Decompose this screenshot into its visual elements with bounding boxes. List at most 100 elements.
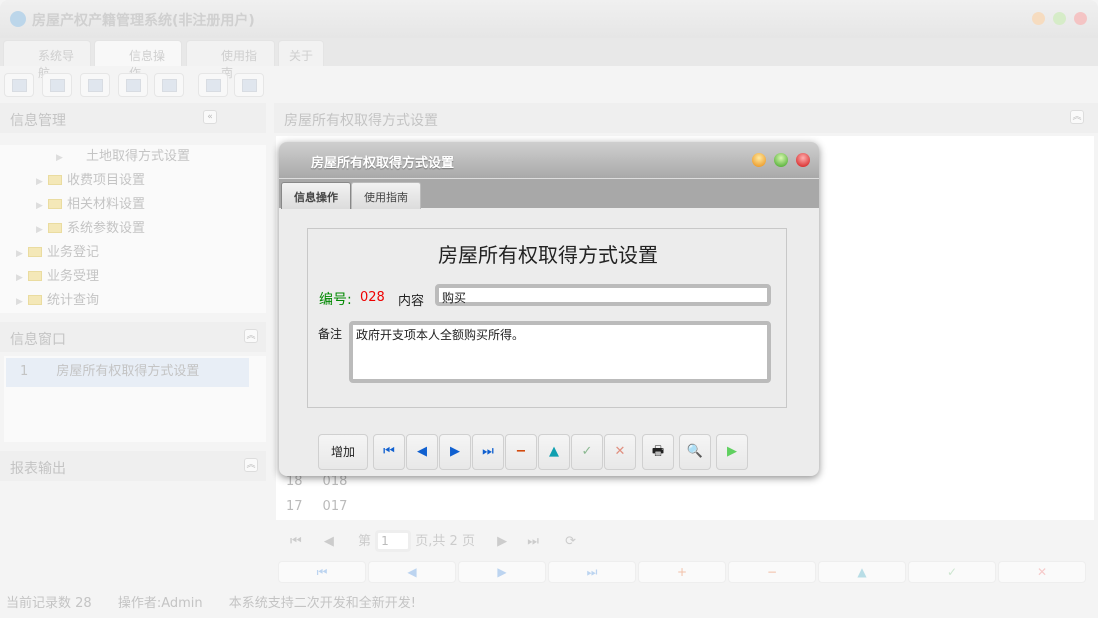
tree-item[interactable]: ▶ 土地取得方式设置 <box>0 145 266 169</box>
dialog-title-bar[interactable]: 房屋所有权取得方式设置 <box>279 142 819 178</box>
dialog-tab-guide[interactable]: 使用指南 <box>351 182 421 209</box>
edit-dialog: 房屋所有权取得方式设置 信息操作 使用指南 房屋所有权取得方式设置 编号: 02… <box>279 142 819 476</box>
up-button[interactable]: ▲ <box>538 434 570 470</box>
tab-guide[interactable]: 使用指南 <box>186 40 275 80</box>
run-icon[interactable]: ▶ <box>716 434 748 470</box>
window-list: 1 房屋所有权取得方式设置 <box>4 356 266 442</box>
folder-icon <box>28 295 42 305</box>
confirm-button[interactable]: ✓ <box>908 561 996 583</box>
app-title: 房屋产权产籍管理系统(非注册用户) <box>32 13 255 29</box>
user-tool-button[interactable] <box>118 73 148 97</box>
window-list-item[interactable]: 1 房屋所有权取得方式设置 <box>6 358 249 387</box>
table-row[interactable]: 17 017 <box>286 499 347 514</box>
prev-button[interactable]: ◀ <box>368 561 456 583</box>
dialog-tab-info[interactable]: 信息操作 <box>281 182 351 209</box>
collapse-icon[interactable]: ︽ <box>1070 110 1084 124</box>
tab-about[interactable]: 关于 <box>278 40 324 66</box>
cancel-button[interactable]: ✕ <box>998 561 1086 583</box>
cancel-button[interactable]: ✕ <box>604 434 636 470</box>
first-page-icon[interactable]: ⏮ <box>290 534 302 549</box>
folder-icon <box>28 247 42 257</box>
folder-icon <box>28 271 42 281</box>
status-bar: 当前记录数 28 操作者:Admin 本系统支持二次开发和全新开发! <box>6 592 416 611</box>
tree-item[interactable]: ▶ 收费项目设置 <box>0 169 266 193</box>
first-button[interactable]: ⏮ <box>278 561 366 583</box>
info-mgmt-header: 信息管理 « <box>0 103 266 133</box>
maximize-icon[interactable] <box>774 153 788 167</box>
add-button[interactable]: 增加 <box>318 434 368 470</box>
tab-label: 关于 <box>289 49 314 63</box>
add-label: 增加 <box>330 445 355 459</box>
tree-item[interactable]: ▶ 相关材料设置 <box>0 193 266 217</box>
minimize-icon[interactable] <box>1032 12 1045 25</box>
add-button[interactable]: + <box>638 561 726 583</box>
tab-label: 使用指南 <box>364 191 408 204</box>
window-tool-button[interactable] <box>234 73 264 97</box>
form-heading: 房屋所有权取得方式设置 <box>438 243 658 267</box>
tree-label: 业务受理 <box>47 269 100 284</box>
page-input[interactable]: 1 <box>375 530 412 552</box>
export-tool-button[interactable] <box>198 73 228 97</box>
collapse-icon[interactable]: ︽ <box>244 458 258 472</box>
close-icon[interactable] <box>796 153 810 167</box>
item-label: 房屋所有权取得方式设置 <box>56 364 200 379</box>
tree-item[interactable]: ▶ 业务受理 <box>0 265 266 289</box>
refresh-icon[interactable]: ⟳ <box>565 534 576 549</box>
tree-item[interactable]: ▶ 业务登记 <box>0 241 266 265</box>
remark-textarea[interactable]: 政府开支项本人全额购买所得。 <box>349 321 771 383</box>
tree-label: 统计查询 <box>47 293 100 308</box>
tab-label: 信息操作 <box>294 191 338 204</box>
delete-record-button[interactable]: − <box>505 434 537 470</box>
pager: ⏮ ◀ 第 1 页,共 2 页 ▶ ⏭ ⟳ <box>290 530 576 552</box>
tree-label: 系统参数设置 <box>67 221 146 236</box>
record-count: 当前记录数 28 <box>6 596 92 611</box>
next-record-button[interactable]: ▶ <box>439 434 471 470</box>
item-index: 1 <box>20 364 29 379</box>
folder-icon <box>48 223 62 233</box>
tree-item[interactable]: ▶ 统计查询 <box>0 289 266 313</box>
last-button[interactable]: ⏭ <box>548 561 636 583</box>
monitor-tool-button[interactable] <box>154 73 184 97</box>
pager-prefix: 第 <box>357 534 371 549</box>
list-tool-button[interactable] <box>42 73 72 97</box>
operator: 操作者:Admin <box>117 596 203 611</box>
next-button[interactable]: ▶ <box>458 561 546 583</box>
row-no: 18 <box>286 474 303 489</box>
content-title: 房屋所有权取得方式设置 <box>284 113 438 129</box>
tab-system-nav[interactable]: 系统导航 <box>3 40 91 80</box>
tab-info-ops[interactable]: 信息操作 <box>94 40 182 80</box>
confirm-button[interactable]: ✓ <box>571 434 603 470</box>
nav-tree: ▶ 土地取得方式设置 ▶ 收费项目设置 ▶ 相关材料设置 ▶ 系统参数设置 ▶ 业务登记 … <box>0 145 266 313</box>
dialog-tabs: 信息操作 使用指南 <box>279 178 819 209</box>
last-record-button[interactable]: ⏭ <box>472 434 504 470</box>
maximize-icon[interactable] <box>1053 12 1066 25</box>
up-button[interactable]: ▲ <box>818 561 906 583</box>
minimize-icon[interactable] <box>752 153 766 167</box>
print-icon[interactable]: 🖶 <box>642 434 674 470</box>
delete-button[interactable]: − <box>728 561 816 583</box>
prev-page-icon[interactable]: ◀ <box>324 534 334 549</box>
next-page-icon[interactable]: ▶ <box>497 534 507 549</box>
collapse-icon[interactable]: ︽ <box>244 329 258 343</box>
dialog-title: 房屋所有权取得方式设置 <box>311 156 455 171</box>
status-note: 本系统支持二次开发和全新开发! <box>228 596 416 611</box>
tree-label: 业务登记 <box>47 245 100 260</box>
collapse-left-icon[interactable]: « <box>203 110 217 124</box>
preview-icon[interactable]: 🔍 <box>679 434 711 470</box>
close-icon[interactable] <box>1074 12 1087 25</box>
app-logo-icon <box>10 11 26 27</box>
folder-icon <box>48 175 62 185</box>
tree-item[interactable]: ▶ 系统参数设置 <box>0 217 266 241</box>
search-tool-button[interactable] <box>4 73 34 97</box>
document-tool-button[interactable] <box>80 73 110 97</box>
prev-record-button[interactable]: ◀ <box>406 434 438 470</box>
table-row[interactable]: 18 018 <box>286 474 347 489</box>
tree-label: 相关材料设置 <box>67 197 146 212</box>
content-input[interactable]: 购买 <box>435 284 771 306</box>
row-code: 018 <box>322 474 348 489</box>
first-record-button[interactable]: ⏮ <box>373 434 405 470</box>
title-bar: 房屋产权产籍管理系统(非注册用户) <box>0 0 1098 38</box>
last-page-icon[interactable]: ⏭ <box>527 534 539 549</box>
content-label: 内容 <box>398 294 425 309</box>
report-header: 报表输出 ︽ <box>0 451 266 481</box>
